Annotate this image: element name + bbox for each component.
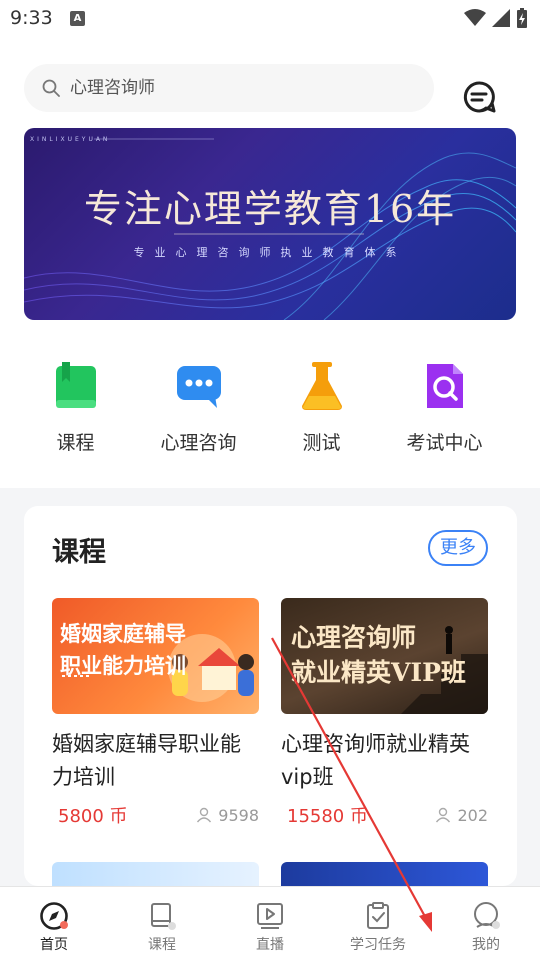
tab-profile[interactable]: 我的 — [432, 887, 540, 960]
profile-icon — [474, 902, 500, 929]
battery-charging-icon — [517, 8, 527, 28]
course-image-text: 心理咨询师 就业精英VIP班 — [291, 620, 466, 690]
course-meta: 15580 币 202 — [281, 802, 488, 828]
flask-icon — [301, 362, 342, 410]
quicknav-item-courses[interactable]: 课程 — [14, 338, 137, 488]
promo-banner[interactable]: XINLIXUEYUAN 专注心理学教育16年 专业心理咨询师执业教育体系 — [24, 128, 516, 320]
tab-study-tasks[interactable]: 学习任务 — [324, 887, 432, 960]
course-price: 15580 币 — [287, 806, 368, 827]
chat-bubble-icon — [176, 366, 221, 408]
course-thumbnail-peek[interactable] — [52, 862, 259, 886]
more-button[interactable]: 更多 — [428, 530, 488, 566]
quicknav-label: 心理咨询 — [160, 432, 237, 454]
image-text-line: 职业能力培训 — [60, 654, 186, 678]
student-count: 9598 — [196, 806, 259, 825]
banner-title: 专注心理学教育16年 — [83, 187, 457, 231]
search-input[interactable] — [70, 78, 390, 98]
search-bar[interactable] — [24, 64, 434, 112]
section-title: 课程 — [52, 537, 106, 568]
quick-nav: 课程 心理咨询 测试 考试中心 — [0, 338, 540, 488]
quicknav-label: 课程 — [56, 432, 95, 454]
course-book-icon — [151, 903, 176, 930]
quicknav-label: 测试 — [302, 432, 341, 454]
person-icon — [436, 807, 451, 823]
course-thumbnail: 心理咨询师 就业精英VIP班 — [281, 598, 488, 714]
student-count-value: 202 — [457, 805, 488, 825]
quicknav-item-test[interactable]: 测试 — [260, 338, 383, 488]
banner-subtitle: 专业心理咨询师执业教育体系 — [133, 246, 407, 259]
bottom-tab-bar: 首页 课程 直播 学习任务 我的 — [0, 886, 540, 960]
compass-icon — [40, 902, 68, 930]
tab-label: 直播 — [256, 937, 284, 953]
status-time: 9:33 — [10, 7, 53, 29]
banner-mini-text: XINLIXUEYUAN — [30, 136, 111, 143]
tab-courses[interactable]: 课程 — [108, 887, 216, 960]
image-text-line: 婚姻家庭辅导 — [60, 622, 186, 646]
tab-label: 我的 — [472, 937, 500, 953]
search-icon — [42, 79, 60, 97]
signal-icon — [492, 9, 510, 27]
course-item[interactable]: 心理咨询师 就业精英VIP班 心理咨询师就业精英vip班 15580 币 202 — [281, 598, 488, 828]
quicknav-item-consult[interactable]: 心理咨询 — [137, 338, 260, 488]
tab-label: 课程 — [148, 937, 176, 953]
clipboard-check-icon — [367, 902, 389, 929]
course-name: 婚姻家庭辅导职业能力培训 — [52, 732, 241, 789]
course-thumbnail-peek[interactable] — [281, 862, 488, 886]
course-image-text: 婚姻家庭辅导 职业能力培训 — [60, 618, 186, 682]
quicknav-label: 考试中心 — [406, 432, 483, 454]
message-icon[interactable] — [462, 80, 496, 114]
status-icons — [464, 8, 528, 28]
course-price: 5800 币 — [58, 806, 128, 827]
exam-search-icon — [426, 364, 463, 408]
course-name: 心理咨询师就业精英vip班 — [281, 732, 470, 789]
tab-home[interactable]: 首页 — [0, 887, 108, 960]
student-count-value: 9598 — [218, 805, 259, 825]
book-icon — [55, 362, 96, 408]
image-text-line: 心理咨询师 — [291, 623, 417, 652]
student-count: 202 — [435, 806, 488, 825]
tab-label: 学习任务 — [350, 937, 406, 953]
course-thumbnail: 婚姻家庭辅导 职业能力培训 — [52, 598, 259, 714]
header — [0, 36, 540, 128]
notification-icon: A — [70, 11, 85, 26]
tab-label: 首页 — [40, 937, 68, 953]
person-icon — [197, 807, 212, 823]
live-play-icon — [257, 903, 283, 929]
banner-section: XINLIXUEYUAN 专注心理学教育16年 专业心理咨询师执业教育体系 — [0, 128, 540, 338]
quicknav-item-exam[interactable]: 考试中心 — [383, 338, 506, 488]
image-text-line: 就业精英VIP班 — [291, 658, 466, 687]
tab-live[interactable]: 直播 — [216, 887, 324, 960]
wifi-icon — [464, 9, 486, 26]
course-item[interactable]: 婚姻家庭辅导 职业能力培训 婚姻家庭辅导职业能力培训 5800 币 9598 — [52, 598, 259, 828]
courses-card: 课程 更多 婚姻家庭辅导 职业能力培训 婚姻家庭辅导职业能力培训 5800 币 … — [24, 506, 517, 886]
status-bar: 9:33 A — [0, 0, 540, 36]
course-meta: 5800 币 9598 — [52, 802, 259, 828]
